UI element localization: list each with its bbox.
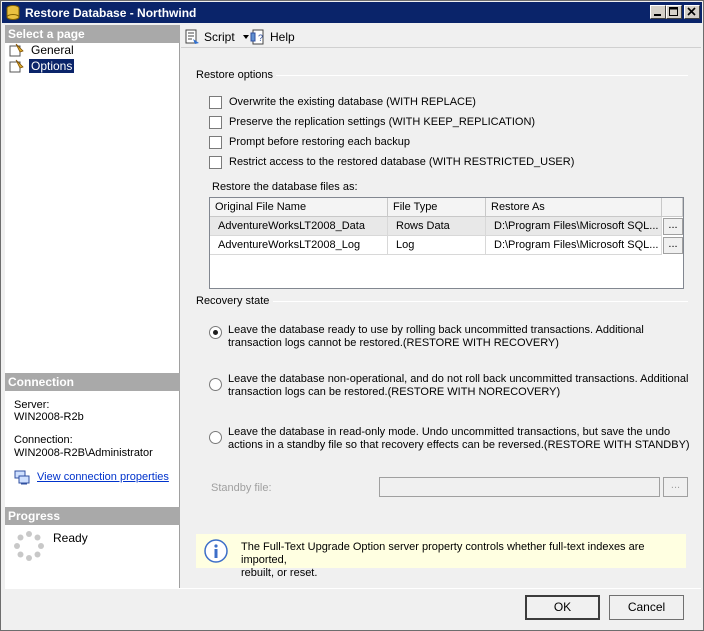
browse-data-file-button[interactable]: ... xyxy=(663,218,683,235)
progress-spinner-icon xyxy=(14,531,44,561)
preserve-replication-checkbox[interactable]: Preserve the replication settings (WITH … xyxy=(209,115,535,129)
restore-with-norecovery-radio[interactable]: Leave the database non-operational, and … xyxy=(209,373,688,399)
radio-button[interactable] xyxy=(209,378,222,391)
page-label: General xyxy=(31,43,74,57)
radio-label: Leave the database ready to use by rolli… xyxy=(228,324,644,350)
script-button[interactable]: Script xyxy=(184,28,251,46)
checkbox-box[interactable] xyxy=(209,155,222,169)
standby-file-input[interactable] xyxy=(379,477,660,497)
column-header-file-type[interactable]: File Type xyxy=(388,198,486,217)
connection-value: WIN2008-R2B\Administrator xyxy=(14,447,153,459)
radio-label: Leave the database non-operational, and … xyxy=(228,373,688,399)
help-label: Help xyxy=(270,30,295,44)
checkbox-label: Prompt before restoring each backup xyxy=(229,136,410,148)
checkbox-label: Overwrite the existing database (WITH RE… xyxy=(229,96,476,108)
radio-label-line: transaction logs can be restored.(RESTOR… xyxy=(228,386,561,398)
column-header-blank xyxy=(662,198,683,217)
column-header-original-file-name[interactable]: Original File Name xyxy=(210,198,388,217)
maximize-icon xyxy=(669,7,678,16)
restore-files-label: Restore the database files as: xyxy=(212,181,358,193)
recovery-state-label: Recovery state xyxy=(196,295,270,307)
cell-file-type[interactable]: Log xyxy=(388,236,486,255)
minimize-icon xyxy=(654,14,661,16)
checkbox-box[interactable] xyxy=(209,135,222,149)
view-connection-properties-link[interactable]: View connection properties xyxy=(37,471,169,484)
cell-original-file-name[interactable]: AdventureWorksLT2008_Data xyxy=(210,217,388,236)
notice-line: The Full-Text Upgrade Option server prop… xyxy=(241,541,645,566)
title-bar: Restore Database - Northwind xyxy=(2,2,702,23)
page-options[interactable]: Options xyxy=(9,58,75,74)
restore-files-grid: Original File Name File Type Restore As … xyxy=(209,197,684,289)
recovery-state-divider xyxy=(273,301,688,302)
checkbox-label: Preserve the replication settings (WITH … xyxy=(229,116,536,128)
page-general[interactable]: General xyxy=(9,42,76,58)
browse-standby-file-button[interactable]: ... xyxy=(663,477,688,497)
database-icon xyxy=(6,5,20,20)
checkbox-box[interactable] xyxy=(209,95,222,109)
server-value: WIN2008-R2b xyxy=(14,411,84,423)
page-icon xyxy=(9,43,24,57)
radio-label-line: actions in a standby file so that recove… xyxy=(228,439,690,451)
script-label: Script xyxy=(204,30,235,44)
progress-header: Progress xyxy=(5,507,180,525)
select-page-header: Select a page xyxy=(5,25,180,43)
restore-options-divider xyxy=(276,75,688,76)
window-title: Restore Database - Northwind xyxy=(25,6,197,20)
overwrite-checkbox[interactable]: Overwrite the existing database (WITH RE… xyxy=(209,95,476,109)
radio-button[interactable] xyxy=(209,431,222,444)
restore-with-standby-radio[interactable]: Leave the database in read-only mode. Un… xyxy=(209,426,690,452)
help-button[interactable]: ? Help xyxy=(250,28,295,46)
notice-line: rebuilt, or reset. xyxy=(241,567,318,579)
cell-restore-as[interactable]: D:\Program Files\Microsoft SQL... xyxy=(486,236,662,255)
view-connection-icon xyxy=(14,470,30,485)
restore-options-label: Restore options xyxy=(196,69,274,81)
connection-header: Connection xyxy=(5,373,180,391)
column-header-restore-as[interactable]: Restore As xyxy=(486,198,662,217)
toolbar: Script ? Help xyxy=(181,25,701,47)
radio-label-line: Leave the database non-operational, and … xyxy=(228,373,689,385)
restrict-access-checkbox[interactable]: Restrict access to the restored database… xyxy=(209,155,574,169)
maximize-button[interactable] xyxy=(666,5,682,19)
cell-file-type[interactable]: Rows Data xyxy=(388,217,486,236)
svg-text:?: ? xyxy=(258,33,263,43)
cell-restore-as[interactable]: D:\Program Files\Microsoft SQL... xyxy=(486,217,662,236)
connection-label: Connection: xyxy=(14,434,73,446)
info-notice: The Full-Text Upgrade Option server prop… xyxy=(196,534,686,579)
radio-label-line: transaction logs cannot be restored.(RES… xyxy=(228,337,559,349)
close-icon xyxy=(687,7,696,16)
ok-button[interactable]: OK xyxy=(525,595,600,620)
progress-status: Ready xyxy=(53,531,88,545)
notice-text: The Full-Text Upgrade Option server prop… xyxy=(241,541,681,580)
cell-original-file-name[interactable]: AdventureWorksLT2008_Log xyxy=(210,236,388,255)
script-icon xyxy=(185,29,199,44)
restore-with-recovery-radio[interactable]: Leave the database ready to use by rolli… xyxy=(209,324,644,350)
minimize-button[interactable] xyxy=(650,5,666,19)
footer-separator xyxy=(5,588,701,589)
close-button[interactable] xyxy=(684,5,700,19)
restore-database-window: Restore Database - Northwind Select a pa… xyxy=(0,0,704,631)
checkbox-label: Restrict access to the restored database… xyxy=(229,156,575,168)
radio-button[interactable] xyxy=(209,326,222,339)
radio-label-line: Leave the database in read-only mode. Un… xyxy=(228,426,671,438)
left-panel: Select a page General Options Connection… xyxy=(5,25,180,588)
page-icon xyxy=(9,59,24,73)
radio-label-line: Leave the database ready to use by rolli… xyxy=(228,324,644,336)
page-label: Options xyxy=(29,59,75,73)
toolbar-separator xyxy=(181,47,701,48)
prompt-before-restore-checkbox[interactable]: Prompt before restoring each backup xyxy=(209,135,410,149)
browse-log-file-button[interactable]: ... xyxy=(663,237,683,254)
help-icon: ? xyxy=(250,29,264,45)
radio-label: Leave the database in read-only mode. Un… xyxy=(228,426,690,452)
checkbox-box[interactable] xyxy=(209,115,222,129)
standby-file-label: Standby file: xyxy=(211,482,272,494)
info-icon xyxy=(204,539,228,563)
cancel-button[interactable]: Cancel xyxy=(609,595,684,620)
